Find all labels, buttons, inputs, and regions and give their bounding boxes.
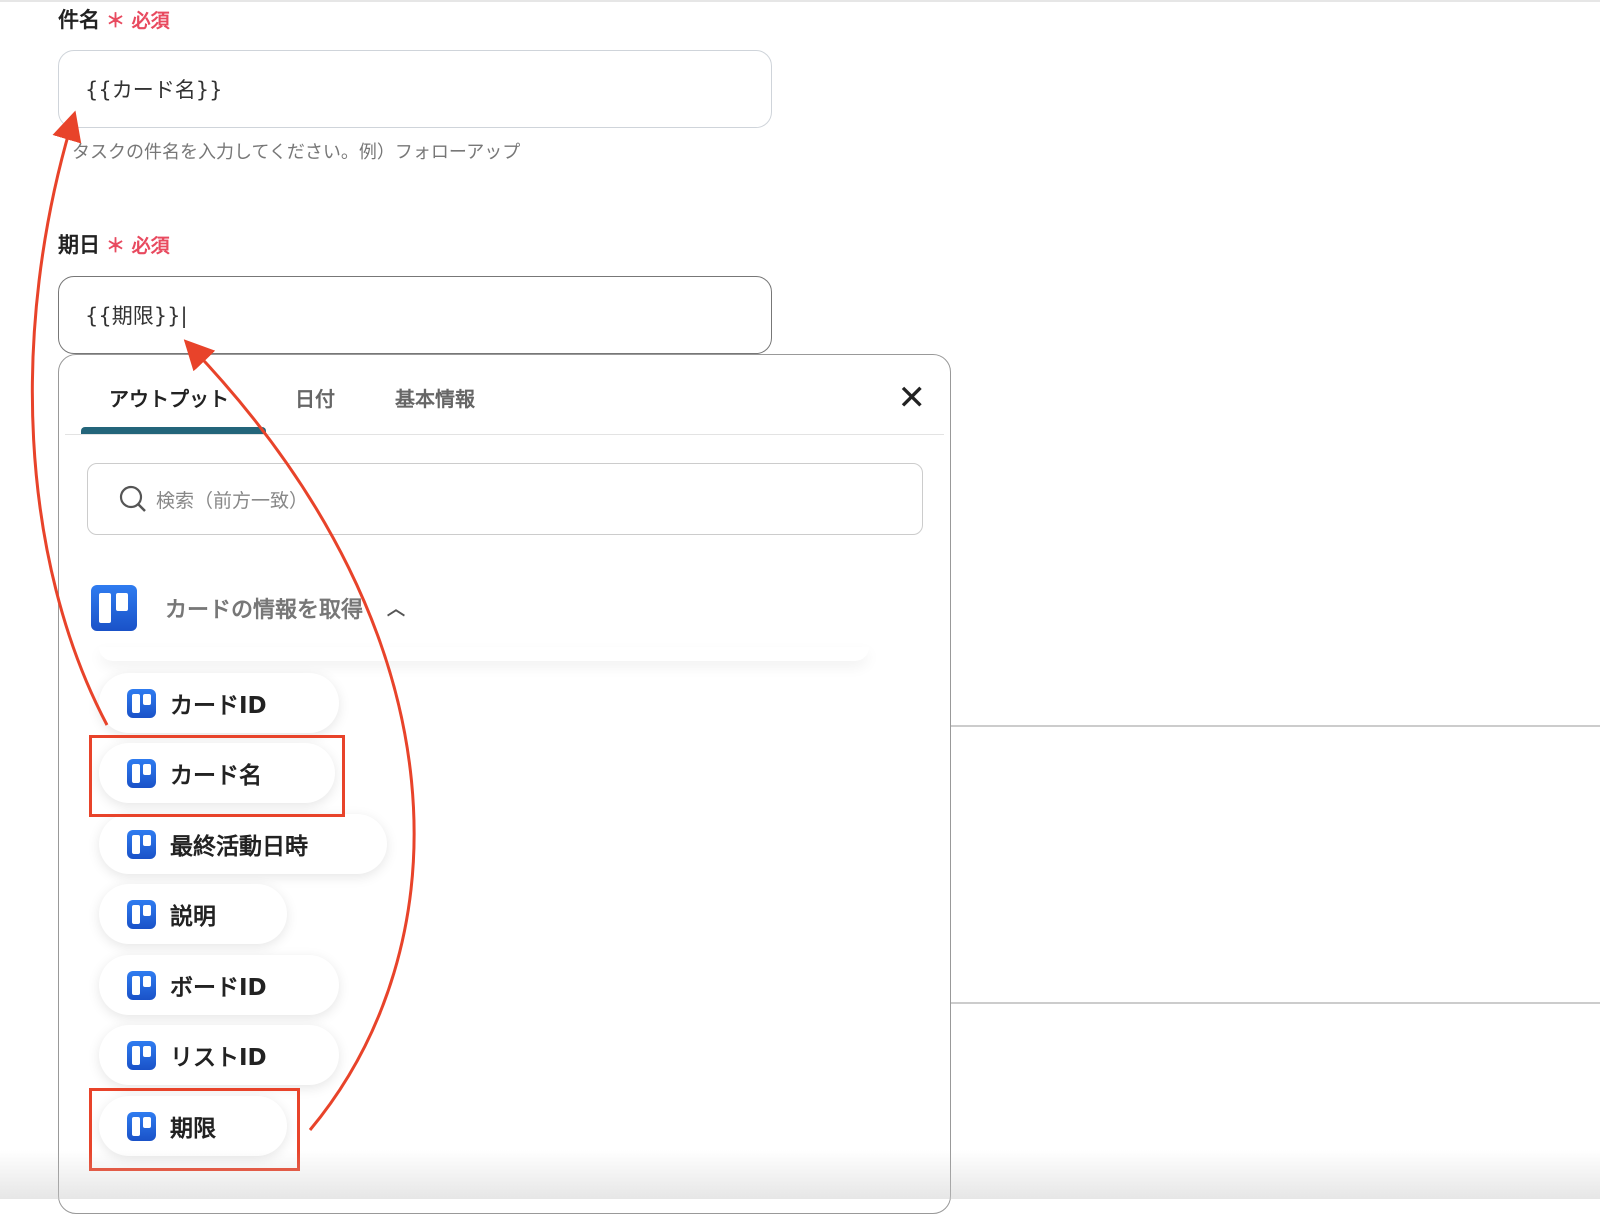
trello-icon	[127, 829, 156, 859]
group-header-card-info[interactable]: カードの情報を取得 ︿	[91, 585, 405, 631]
highlight-box-card-name	[89, 735, 345, 817]
subject-label: 件名 ＊ 必須	[58, 4, 170, 34]
required-badge: ＊ 必須	[106, 235, 170, 257]
due-date-label: 期日 ＊ 必須	[58, 229, 170, 259]
chevron-up-icon[interactable]: ︿	[387, 595, 405, 621]
item-label: ボードID	[170, 975, 267, 1001]
due-date-label-text: 期日	[58, 233, 100, 257]
trello-icon	[127, 899, 156, 929]
trello-icon	[127, 1040, 156, 1070]
group-title: カードの情報を取得	[165, 598, 364, 623]
item-label: カードID	[170, 693, 267, 719]
highlight-box-due	[89, 1088, 300, 1171]
output-item-description[interactable]: 説明	[99, 884, 287, 944]
trello-icon	[127, 970, 156, 1000]
search-icon	[119, 485, 146, 512]
search-input[interactable]: 検索（前方一致）	[87, 463, 923, 535]
required-badge: ＊ 必須	[106, 10, 170, 32]
subject-input[interactable]: {{カード名}}	[58, 50, 772, 128]
due-date-input[interactable]: {{期限}}|	[58, 276, 772, 354]
close-icon[interactable]: ✕	[898, 381, 927, 415]
trello-icon	[91, 585, 137, 631]
item-label: リストID	[170, 1045, 267, 1071]
trello-icon	[127, 688, 156, 718]
item-label: 最終活動日時	[170, 834, 308, 860]
output-item-last-activity[interactable]: 最終活動日時	[99, 814, 387, 874]
tab-bar: アウトプット 日付 基本情報	[65, 355, 944, 435]
tab-basic-info[interactable]: 基本情報	[395, 383, 475, 412]
item-label: 説明	[170, 904, 216, 930]
top-divider	[0, 0, 1600, 2]
subject-hint: タスクの件名を入力してください。例）フォローアップ	[72, 142, 521, 163]
tab-indicator	[81, 427, 266, 434]
tab-output[interactable]: アウトプット	[109, 383, 229, 412]
divider	[951, 1002, 1600, 1004]
output-item-list-id[interactable]: リストID	[99, 1025, 339, 1085]
group-divider	[99, 647, 869, 661]
output-item-board-id[interactable]: ボードID	[99, 955, 339, 1015]
tab-date[interactable]: 日付	[295, 383, 335, 412]
output-item-card-id[interactable]: カードID	[99, 673, 339, 733]
search-placeholder: 検索（前方一致）	[156, 489, 309, 512]
divider	[951, 725, 1600, 727]
subject-label-text: 件名	[58, 8, 100, 32]
